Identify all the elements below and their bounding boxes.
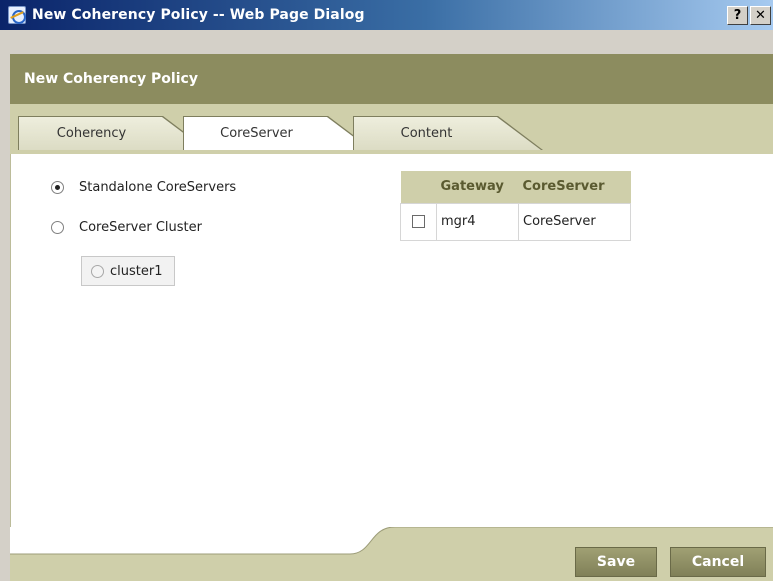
gateway-table: Gateway CoreServer mgr4 CoreServer — [400, 171, 631, 241]
window-controls: ? ✕ — [727, 6, 771, 25]
standalone-option[interactable]: Standalone CoreServers — [51, 180, 236, 195]
cluster1-label: cluster1 — [110, 263, 163, 279]
save-button[interactable]: Save — [575, 547, 657, 577]
dialog-header: New Coherency Policy — [10, 54, 773, 104]
coreserver-cell: CoreServer — [518, 202, 631, 241]
tab-coreserver[interactable]: CoreServer — [183, 116, 373, 150]
gateway-cell: mgr4 — [436, 202, 519, 241]
ie-icon — [8, 6, 26, 24]
cluster-option[interactable]: CoreServer Cluster — [51, 220, 202, 235]
tab-label: CoreServer — [220, 126, 293, 141]
cluster-radio[interactable] — [51, 221, 64, 234]
cancel-button[interactable]: Cancel — [670, 547, 766, 577]
tab-content[interactable]: Content — [353, 116, 543, 150]
row-checkbox[interactable] — [412, 215, 425, 228]
window-titlebar[interactable]: New Coherency Policy -- Web Page Dialog … — [0, 0, 773, 30]
dialog-footer: Save Cancel — [10, 527, 773, 581]
table-header-row: Gateway CoreServer — [400, 171, 631, 203]
column-coreserver: CoreServer — [518, 171, 631, 203]
footer-curve-decoration — [10, 527, 773, 555]
tab-strip: Coherency CoreServer Content — [10, 104, 773, 154]
column-gateway: Gateway — [436, 171, 519, 203]
window-title: New Coherency Policy -- Web Page Dialog — [32, 7, 365, 23]
cluster-label: CoreServer Cluster — [79, 220, 202, 235]
table-row: mgr4 CoreServer — [400, 202, 631, 241]
standalone-label: Standalone CoreServers — [79, 180, 237, 195]
cluster1-radio[interactable] — [91, 264, 104, 278]
help-button[interactable]: ? — [727, 6, 748, 25]
close-button[interactable]: ✕ — [750, 6, 771, 25]
content-panel: Standalone CoreServers CoreServer Cluste… — [10, 154, 773, 527]
tab-label: Coherency — [56, 126, 127, 141]
standalone-radio[interactable] — [51, 181, 64, 194]
tab-label: Content — [400, 126, 453, 141]
dialog-title: New Coherency Policy — [24, 71, 198, 87]
tab-coherency[interactable]: Coherency — [18, 116, 208, 150]
cluster-list: cluster1 — [81, 256, 175, 286]
column-select — [400, 171, 437, 203]
